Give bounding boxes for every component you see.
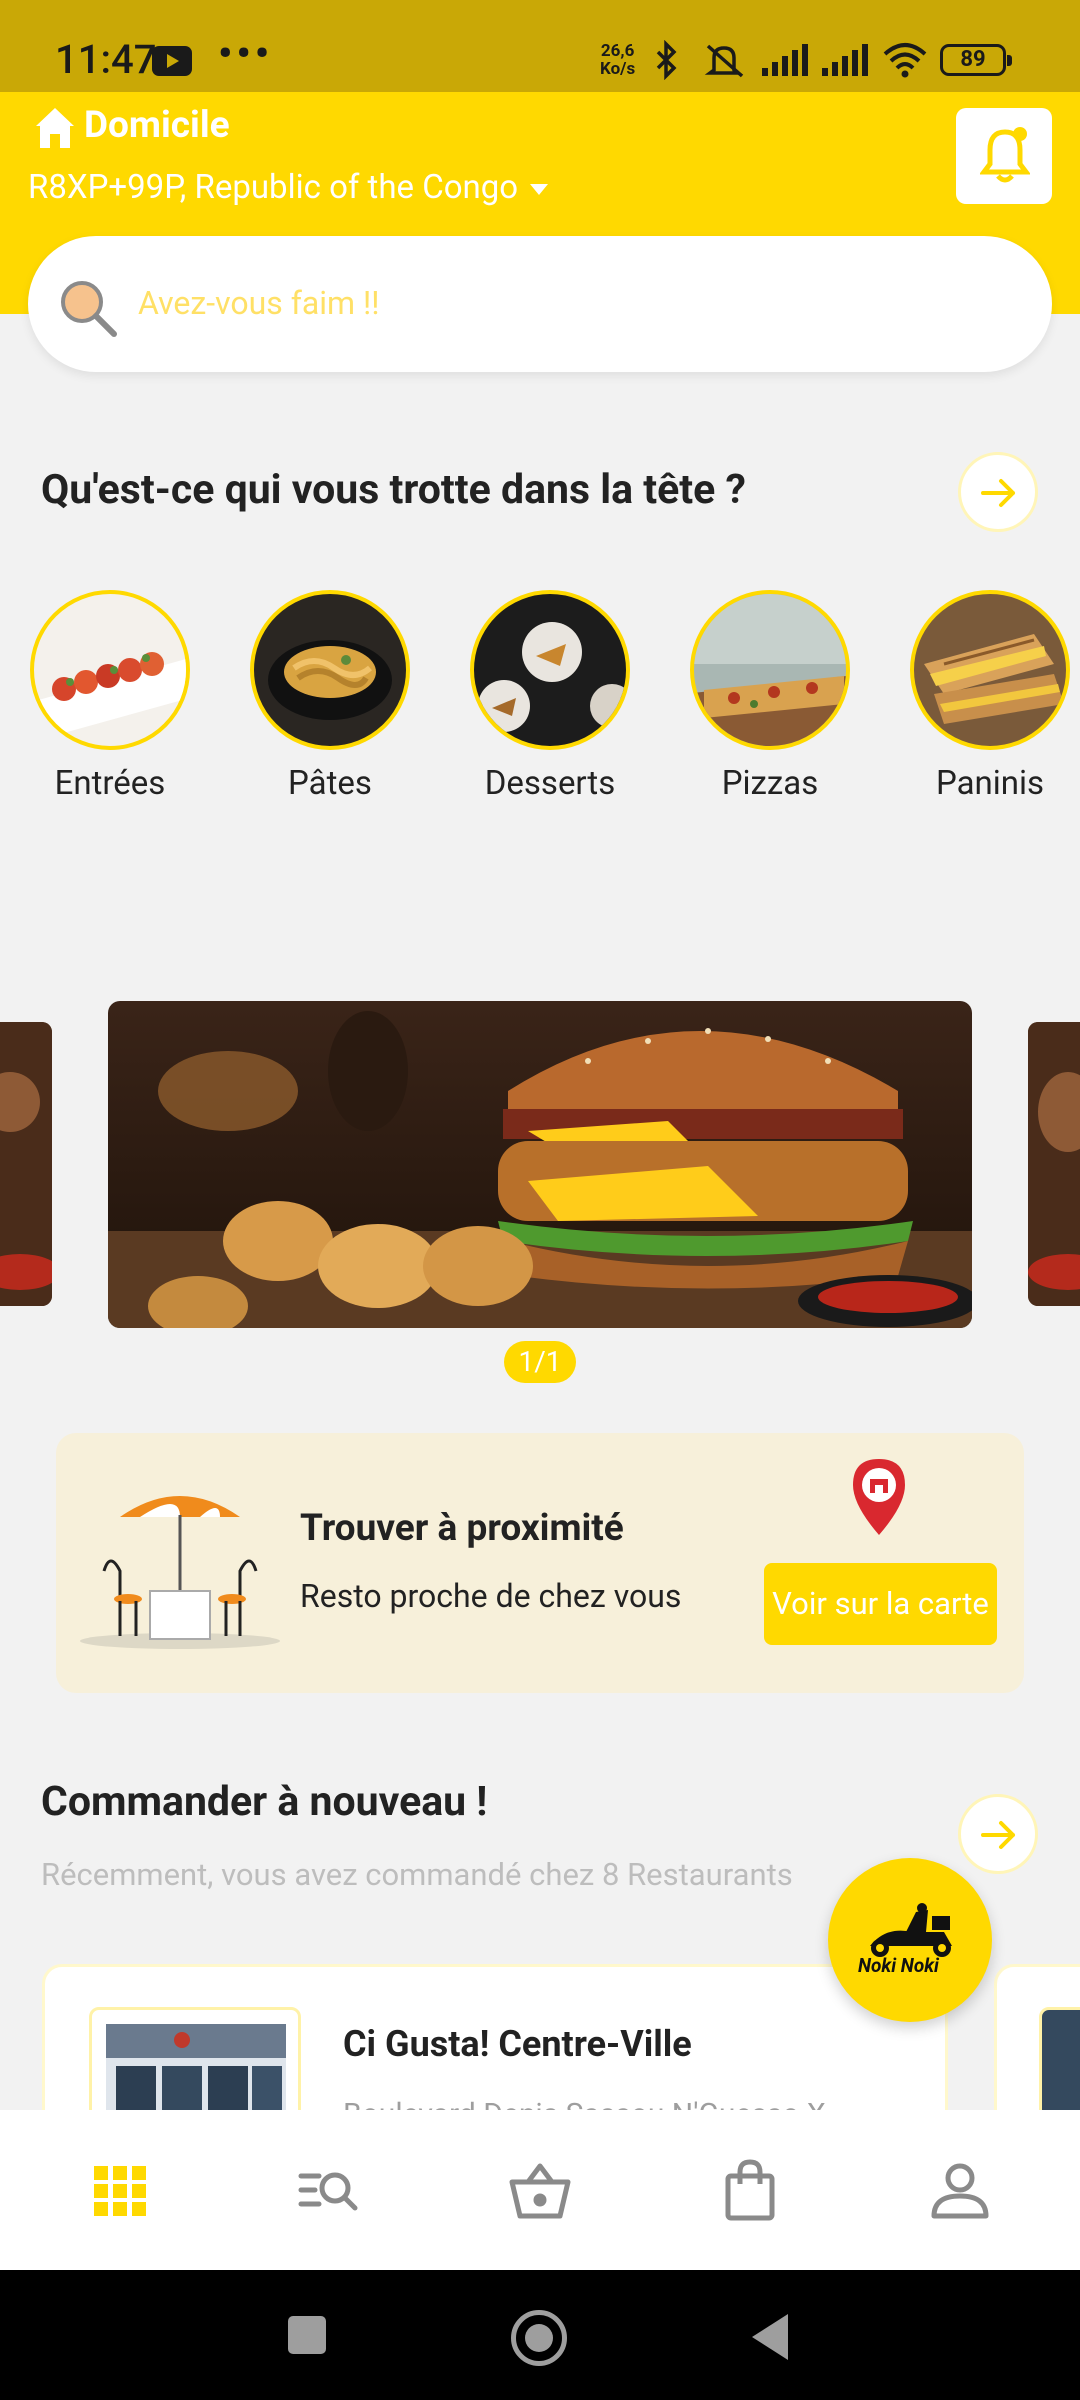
- desserts-image: [470, 590, 630, 750]
- category-label: Pizzas: [721, 764, 819, 803]
- category-desserts[interactable]: Desserts: [470, 590, 630, 803]
- recent-apps-button[interactable]: [288, 2316, 326, 2354]
- category-entrees[interactable]: Entrées: [30, 590, 190, 803]
- mute-icon: [704, 44, 744, 78]
- reorder-heading: Commander à nouveau !: [41, 1778, 488, 1826]
- address-label[interactable]: Domicile: [84, 104, 230, 147]
- bell-icon: [980, 127, 1030, 183]
- network-speed: 26,6 Ko/s: [600, 41, 636, 79]
- search-icon: [61, 281, 117, 337]
- banner-prev-slide[interactable]: [0, 1022, 52, 1306]
- arrow-right-icon: [981, 1821, 1015, 1849]
- home-icon: [36, 108, 74, 148]
- arrow-right-icon: [981, 479, 1015, 507]
- nearby-card[interactable]: Trouver à proximité Resto proche de chez…: [56, 1433, 1024, 1693]
- search-input[interactable]: Avez-vous faim !!: [138, 284, 380, 322]
- banner-next-slide[interactable]: [1028, 1022, 1080, 1306]
- home-button[interactable]: [511, 2310, 567, 2366]
- basket-icon[interactable]: [508, 2158, 572, 2222]
- signal-icon-1: [762, 44, 808, 76]
- carousel-pager: 1/1: [504, 1341, 576, 1383]
- paninis-image: [910, 590, 1070, 750]
- clock: 11:47: [55, 36, 157, 83]
- system-navigation-bar: [0, 2270, 1080, 2400]
- user-icon[interactable]: [928, 2158, 992, 2222]
- back-button[interactable]: [752, 2314, 788, 2360]
- nearby-title: Trouver à proximité: [300, 1507, 624, 1550]
- category-label: Desserts: [484, 764, 616, 803]
- signal-icon-2: [822, 44, 868, 76]
- category-label: Entrées: [54, 764, 166, 803]
- burger-image: [108, 1001, 972, 1328]
- nearby-subtitle: Resto proche de chez vous: [300, 1577, 682, 1615]
- category-label: Pâtes: [288, 764, 372, 803]
- category-pizzas[interactable]: Pizzas: [690, 590, 850, 803]
- pates-image: [250, 590, 410, 750]
- category-label: Paninis: [935, 764, 1045, 803]
- bluetooth-icon: [656, 40, 677, 80]
- shopping-bag-icon[interactable]: [718, 2158, 782, 2222]
- battery-icon: 89: [940, 44, 1012, 76]
- search-list-icon[interactable]: [297, 2158, 361, 2222]
- grid-icon[interactable]: [88, 2158, 152, 2222]
- noki-noki-services-button[interactable]: Noki Noki: [828, 1858, 992, 2022]
- see-all-orders-button[interactable]: [958, 1794, 1038, 1874]
- youtube-icon: [152, 46, 192, 76]
- restaurant-table-illustration: [80, 1496, 280, 1649]
- notifications-button[interactable]: [956, 108, 1052, 204]
- chevron-down-icon[interactable]: [530, 184, 548, 195]
- bottom-navigation: [0, 2110, 1080, 2270]
- status-bar: 11:47 ••• 26,6 Ko/s 89: [0, 0, 1080, 92]
- more-notifications-icon: •••: [218, 30, 274, 77]
- reorder-subtitle: Récemment, vous avez commandé chez 8 Res…: [41, 1856, 793, 1893]
- search-bar[interactable]: Avez-vous faim !!: [28, 236, 1052, 372]
- scooter-logo-icon: [870, 1903, 952, 1957]
- entrees-image: [30, 590, 190, 750]
- map-pin-icon: [853, 1459, 905, 1535]
- categories-heading: Qu'est-ce qui vous trotte dans la tête ?: [41, 466, 746, 514]
- restaurant-name: Ci Gusta! Centre-Ville: [343, 2023, 692, 2065]
- category-pates[interactable]: Pâtes: [250, 590, 410, 803]
- see-all-categories-button[interactable]: [958, 452, 1038, 532]
- category-paninis[interactable]: Paninis: [910, 590, 1070, 803]
- brand-logo-text: Noki Noki: [858, 1954, 939, 1977]
- view-on-map-button[interactable]: Voir sur la carte: [764, 1563, 997, 1645]
- promo-banner[interactable]: [108, 1001, 972, 1328]
- wifi-icon: [883, 43, 927, 78]
- current-address[interactable]: R8XP+99P, Republic of the Congo: [28, 168, 518, 207]
- pizzas-image: [690, 590, 850, 750]
